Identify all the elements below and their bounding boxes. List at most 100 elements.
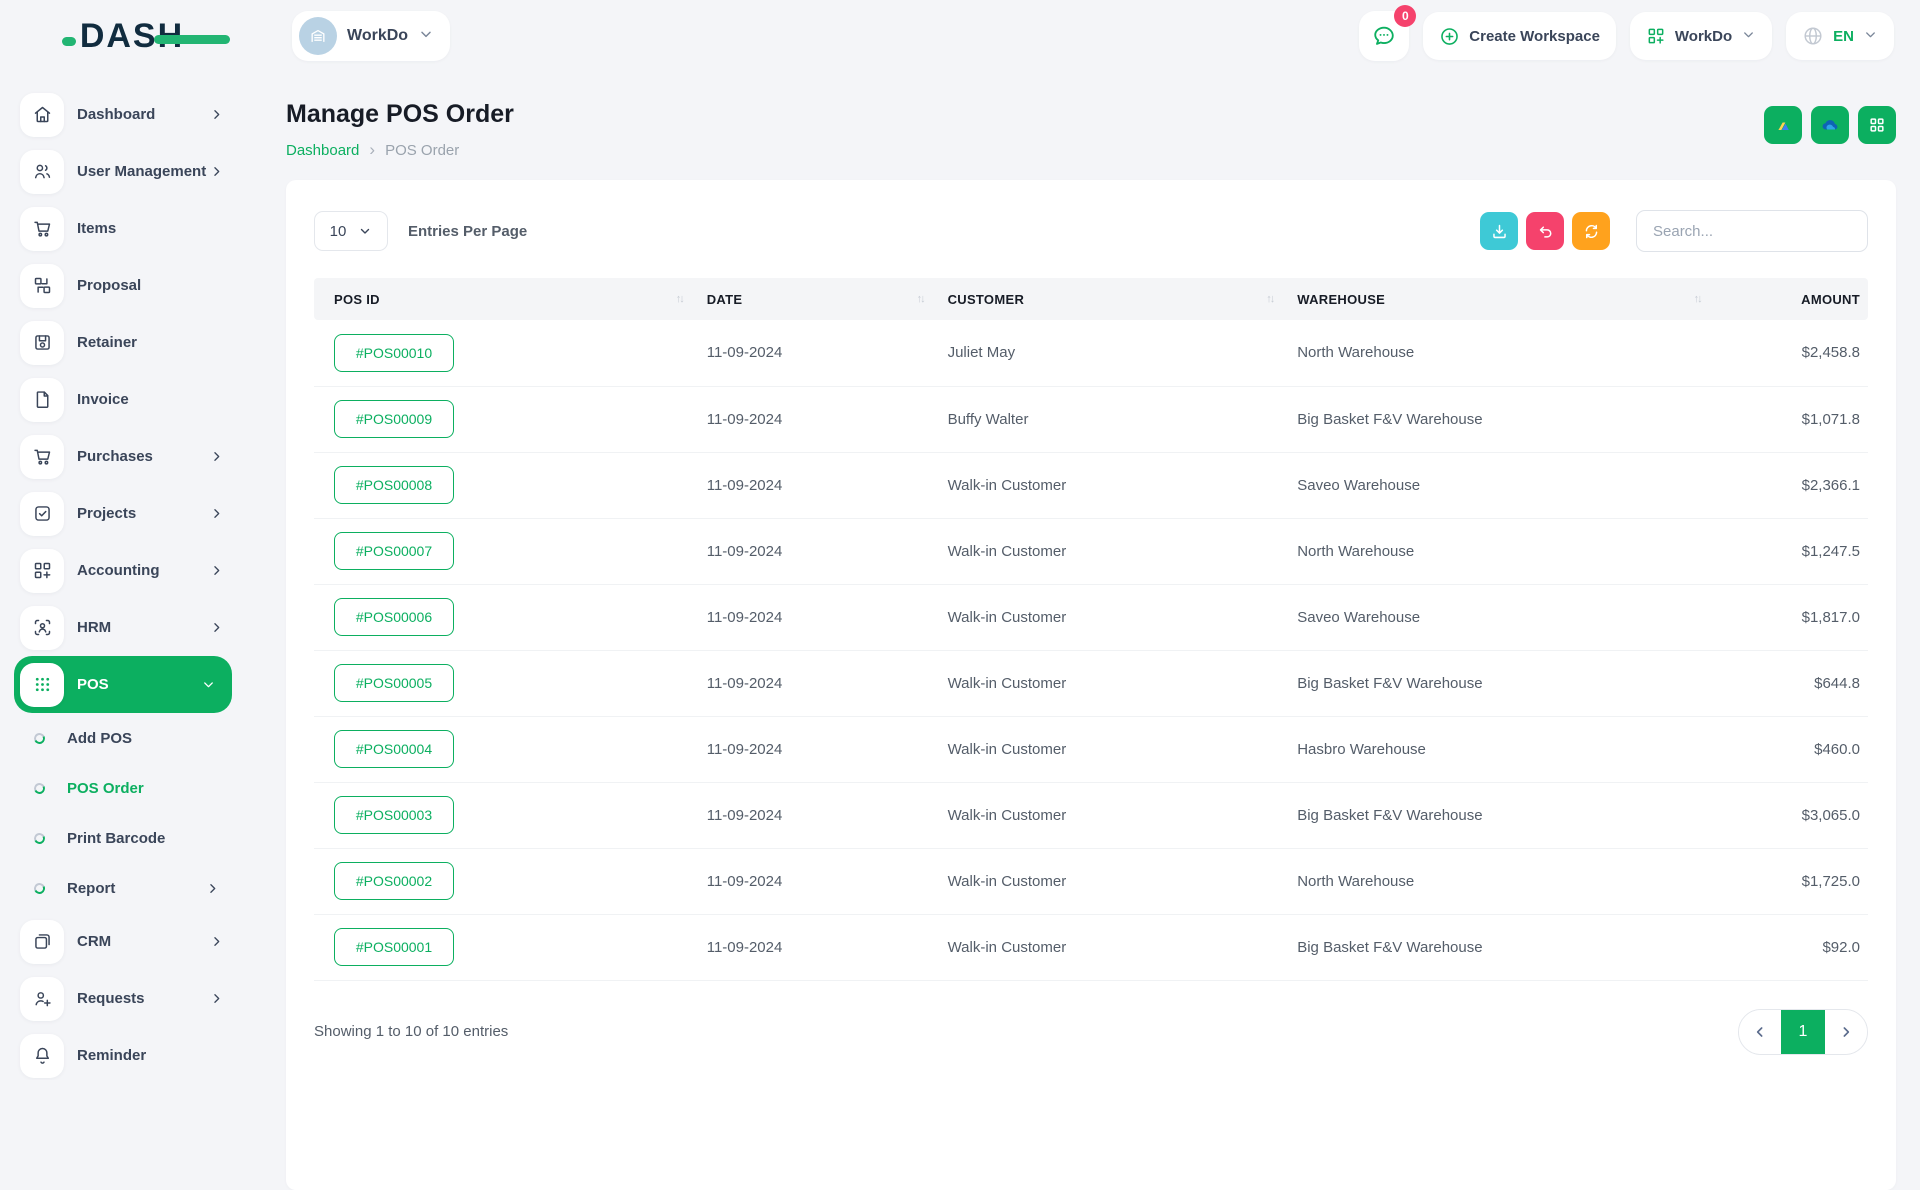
- breadcrumb-home-link[interactable]: Dashboard: [286, 142, 359, 159]
- home-icon: [20, 93, 64, 137]
- entries-per-page-select[interactable]: 10: [314, 211, 388, 251]
- sidebar-item-pos[interactable]: POS: [14, 656, 232, 713]
- entries-value: 10: [330, 223, 347, 240]
- sort-icon[interactable]: ↑↓: [1694, 293, 1701, 305]
- sidebar-item-label: CRM: [77, 933, 111, 950]
- sidebar-item-print-barcode[interactable]: Print Barcode: [0, 813, 246, 863]
- pos-id-cell: #POS00004: [314, 716, 695, 782]
- customer-cell: Walk-in Customer: [936, 914, 1286, 980]
- sidebar-item-dashboard[interactable]: Dashboard: [0, 86, 246, 143]
- sidebar-item-label: POS: [77, 676, 109, 693]
- sidebar-item-requests[interactable]: Requests: [0, 970, 246, 1027]
- sidebar-item-label: Retainer: [77, 334, 137, 351]
- language-selector[interactable]: EN: [1786, 12, 1894, 60]
- table-row: #POS0000111-09-2024Walk-in CustomerBig B…: [314, 914, 1868, 980]
- create-workspace-label: Create Workspace: [1469, 28, 1600, 45]
- pos-id-badge[interactable]: #POS00004: [334, 730, 454, 768]
- onedrive-icon: [1818, 113, 1842, 137]
- chevron-right-icon: [209, 506, 224, 521]
- table-footer: Showing 1 to 10 of 10 entries 1: [314, 1009, 1868, 1055]
- sidebar-item-invoice[interactable]: Invoice: [0, 371, 246, 428]
- search-input[interactable]: [1636, 210, 1868, 252]
- date-cell: 11-09-2024: [695, 848, 936, 914]
- column-header-date[interactable]: DATE↑↓: [695, 278, 936, 320]
- chat-bubble-icon: [1371, 23, 1397, 49]
- messages-button[interactable]: 0: [1359, 11, 1409, 61]
- warehouse-cell: Big Basket F&V Warehouse: [1285, 914, 1712, 980]
- google-drive-button[interactable]: [1764, 106, 1802, 144]
- warehouse-cell: Big Basket F&V Warehouse: [1285, 782, 1712, 848]
- workspace-selector[interactable]: WorkDo: [292, 11, 450, 61]
- sidebar-item-proposal[interactable]: Proposal: [0, 257, 246, 314]
- date-cell: 11-09-2024: [695, 386, 936, 452]
- check-square-icon: [20, 492, 64, 536]
- customer-cell: Buffy Walter: [936, 386, 1286, 452]
- reset-button[interactable]: [1526, 212, 1564, 250]
- sidebar-item-add-pos[interactable]: Add POS: [0, 713, 246, 763]
- amount-cell: $460.0: [1713, 716, 1868, 782]
- pos-id-badge[interactable]: #POS00009: [334, 400, 454, 438]
- sort-icon[interactable]: ↑↓: [917, 293, 924, 305]
- sidebar-item-accounting[interactable]: Accounting: [0, 542, 246, 599]
- pos-id-badge[interactable]: #POS00003: [334, 796, 454, 834]
- pagination: 1: [1738, 1009, 1868, 1055]
- grid-view-button[interactable]: [1858, 106, 1896, 144]
- sidebar-item-report[interactable]: Report: [0, 863, 246, 913]
- warehouse-cell: Big Basket F&V Warehouse: [1285, 650, 1712, 716]
- cart-icon: [20, 435, 64, 479]
- sidebar-item-purchases[interactable]: Purchases: [0, 428, 246, 485]
- org-switcher-button[interactable]: WorkDo: [1630, 12, 1772, 60]
- chevron-right-icon: [209, 449, 224, 464]
- sort-icon[interactable]: ↑↓: [676, 293, 683, 305]
- chevron-right-icon: [209, 107, 224, 122]
- breadcrumb: Dashboard › POS Order: [286, 140, 514, 160]
- sidebar-item-pos-order[interactable]: POS Order: [0, 763, 246, 813]
- create-workspace-button[interactable]: Create Workspace: [1423, 12, 1616, 60]
- amount-cell: $1,725.0: [1713, 848, 1868, 914]
- chevron-right-icon: [209, 991, 224, 1006]
- sidebar-item-reminder[interactable]: Reminder: [0, 1027, 246, 1080]
- pos-id-badge[interactable]: #POS00010: [334, 334, 454, 372]
- table-head: POS ID↑↓DATE↑↓CUSTOMER↑↓WAREHOUSE↑↓AMOUN…: [314, 278, 1868, 320]
- main-content: Manage POS Order Dashboard › POS Order: [246, 72, 1920, 1080]
- chevron-left-icon: [1752, 1024, 1768, 1040]
- pos-id-badge[interactable]: #POS00008: [334, 466, 454, 504]
- sidebar-item-label: Proposal: [77, 277, 141, 294]
- building-icon: [308, 26, 328, 46]
- plus-circle-icon: [1439, 26, 1460, 47]
- page-number[interactable]: 1: [1781, 1010, 1825, 1054]
- sidebar-item-crm[interactable]: CRM: [0, 913, 246, 970]
- table-row: #POS0000511-09-2024Walk-in CustomerBig B…: [314, 650, 1868, 716]
- sidebar-item-retainer[interactable]: Retainer: [0, 314, 246, 371]
- pos-id-badge[interactable]: #POS00001: [334, 928, 454, 966]
- globe-icon: [1802, 25, 1824, 47]
- pos-id-badge[interactable]: #POS00007: [334, 532, 454, 570]
- table-row: #POS0000211-09-2024Walk-in CustomerNorth…: [314, 848, 1868, 914]
- table-row: #POS0000811-09-2024Walk-in CustomerSaveo…: [314, 452, 1868, 518]
- column-header-customer[interactable]: CUSTOMER↑↓: [936, 278, 1286, 320]
- column-header-warehouse[interactable]: WAREHOUSE↑↓: [1285, 278, 1712, 320]
- warehouse-cell: Saveo Warehouse: [1285, 452, 1712, 518]
- sidebar-item-projects[interactable]: Projects: [0, 485, 246, 542]
- showing-entries-text: Showing 1 to 10 of 10 entries: [314, 1023, 508, 1040]
- column-header-pos-id[interactable]: POS ID ↑↓: [314, 278, 695, 320]
- next-page-button[interactable]: [1825, 1010, 1867, 1054]
- pos-id-badge[interactable]: #POS00002: [334, 862, 454, 900]
- table-row: #POS0000311-09-2024Walk-in CustomerBig B…: [314, 782, 1868, 848]
- column-label: POS ID: [334, 292, 380, 307]
- page-title: Manage POS Order: [286, 100, 514, 129]
- refresh-button[interactable]: [1572, 212, 1610, 250]
- onedrive-button[interactable]: [1811, 106, 1849, 144]
- sidebar-item-hrm[interactable]: HRM: [0, 599, 246, 656]
- pos-id-badge[interactable]: #POS00006: [334, 598, 454, 636]
- export-button[interactable]: [1480, 212, 1518, 250]
- sidebar-item-items[interactable]: Items: [0, 200, 246, 257]
- prev-page-button[interactable]: [1739, 1010, 1781, 1054]
- table-row: #POS0000711-09-2024Walk-in CustomerNorth…: [314, 518, 1868, 584]
- topbar-actions: 0 Create Workspace WorkDo EN: [1359, 11, 1920, 61]
- sidebar-item-label: Accounting: [77, 562, 160, 579]
- pos-id-badge[interactable]: #POS00005: [334, 664, 454, 702]
- sort-icon[interactable]: ↑↓: [1266, 293, 1273, 305]
- app-logo[interactable]: DASH: [62, 17, 184, 56]
- sidebar-item-user-management[interactable]: User Management: [0, 143, 246, 200]
